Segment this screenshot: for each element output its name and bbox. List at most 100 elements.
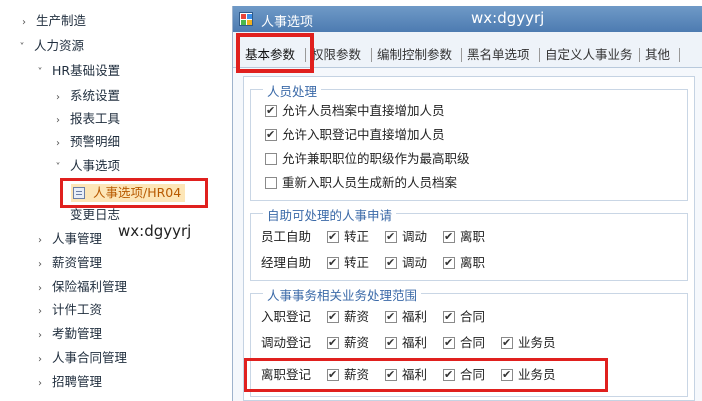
checkbox-label: 允许兼职职位的职级作为最高职级 — [282, 151, 470, 166]
checkbox-transfer-welfare[interactable]: 福利 — [385, 334, 427, 352]
row-label-onboarding: 入职登记 — [261, 309, 312, 324]
checkbox-label: 允许入职登记中直接增加人员 — [282, 127, 445, 142]
tab-separator — [639, 48, 640, 62]
group-legend: 自助可处理的人事申请 — [263, 205, 397, 224]
app-icon — [239, 12, 253, 26]
checkbox-checked-icon — [385, 366, 397, 384]
checkbox-label: 重新入职人员生成新的人员档案 — [282, 175, 458, 190]
tree-item-label: 预警明细 — [70, 134, 121, 149]
chevron-right-icon: › — [38, 354, 42, 365]
tree-item-piecework-wage[interactable]: › 计件工资 — [34, 299, 102, 321]
tree-item-hr-basic-settings[interactable]: ˅ HR基础设置 — [34, 60, 121, 82]
checkbox-label: 薪资 — [344, 309, 370, 324]
checkbox-checked-icon — [443, 254, 455, 272]
tree-item-change-log[interactable]: ›变更日志 — [52, 204, 120, 226]
checkbox-employee-resignation[interactable]: 离职 — [443, 228, 485, 246]
checkbox-label: 薪资 — [344, 367, 370, 382]
tab-blacklist-options[interactable]: 黑名单选项 — [467, 46, 530, 64]
tree-item-label: 生产制造 — [36, 13, 87, 28]
checkbox-label: 业务员 — [518, 367, 556, 382]
tree-item-label: 报表工具 — [70, 111, 121, 126]
tree-item-label: HR基础设置 — [52, 63, 121, 78]
chevron-right-icon: › — [38, 235, 42, 246]
tree-leaf-label: 人事选项/HR04 — [93, 185, 182, 200]
tab-separator — [539, 48, 540, 62]
tree-item-alert-details[interactable]: › 预警明细 — [52, 131, 120, 153]
checkbox-onboarding-salary[interactable]: 薪资 — [327, 308, 369, 326]
tree-item-personnel-options[interactable]: ˅ 人事选项 — [52, 155, 121, 177]
checkbox-onboarding-contract[interactable]: 合同 — [443, 308, 485, 326]
nav-tree: › 生产制造 ˅ 人力资源 ˅ HR基础设置 › 系统设置 › 报表工具 › 预警明细 ˅ 人… — [0, 0, 230, 401]
checkbox-label: 合同 — [460, 367, 486, 382]
tree-item-label: 人力资源 — [34, 38, 85, 53]
tree-item-label: 考勤管理 — [52, 326, 103, 341]
checkbox-checked-icon — [385, 334, 397, 352]
checkbox-checked-icon — [443, 228, 455, 246]
checkbox-label: 合同 — [460, 335, 486, 350]
checkbox-resignation-welfare[interactable]: 福利 — [385, 366, 427, 384]
checkbox-onboarding-welfare[interactable]: 福利 — [385, 308, 427, 326]
tree-item-salary-management[interactable]: › 薪资管理 — [34, 252, 102, 274]
group-legend: 人员处理 — [263, 81, 322, 100]
tab-basic-params[interactable]: 基本参数 — [245, 46, 295, 64]
checkbox-label: 允许人员档案中直接增加人员 — [282, 103, 445, 118]
checkbox-transfer-salesperson[interactable]: 业务员 — [501, 334, 556, 352]
chevron-right-icon: › — [56, 138, 60, 149]
tree-item-production[interactable]: › 生产制造 — [18, 10, 86, 32]
tab-permission-params[interactable]: 权限参数 — [311, 46, 361, 64]
checkbox-employee-regularization[interactable]: 转正 — [327, 228, 369, 246]
dialog-titlebar[interactable]: 人事选项 wx:dgyyrj — [233, 6, 702, 32]
checkbox-resignation-salesperson[interactable]: 业务员 — [501, 366, 556, 384]
checkbox-manager-transfer[interactable]: 调动 — [385, 254, 427, 272]
checkbox-label: 转正 — [344, 229, 370, 244]
tree-item-insurance-welfare[interactable]: › 保险福利管理 — [34, 276, 127, 298]
tree-item-label: 系统设置 — [70, 88, 121, 103]
tree-item-label: 人事合同管理 — [52, 350, 128, 365]
group-business-scope: 人事事务相关业务处理范围 入职登记 薪资 福利 合同 调动登记 薪资 福利 合同… — [250, 285, 688, 397]
checkbox-label: 福利 — [402, 335, 428, 350]
tab-separator — [371, 48, 372, 62]
checkbox-label: 福利 — [402, 367, 428, 382]
chevron-down-icon: ˅ — [37, 67, 43, 78]
checkbox-resignation-contract[interactable]: 合同 — [443, 366, 485, 384]
tree-item-personnel-management[interactable]: › 人事管理 — [34, 228, 102, 250]
chevron-right-icon: › — [38, 283, 42, 294]
checkbox-parttime-rank-as-highest[interactable]: 允许兼职职位的职级作为最高职级 — [265, 150, 470, 168]
tab-staffing-control-params[interactable]: 编制控制参数 — [377, 46, 452, 64]
tab-custom-personnel-business[interactable]: 自定义人事业务 — [545, 46, 633, 64]
checkbox-checked-icon — [385, 308, 397, 326]
watermark-text: wx:dgyyrj — [471, 9, 545, 27]
checkbox-employee-transfer[interactable]: 调动 — [385, 228, 427, 246]
checkbox-resignation-salary[interactable]: 薪资 — [327, 366, 369, 384]
tab-other[interactable]: 其他 — [645, 46, 670, 64]
checkbox-label: 调动 — [402, 255, 428, 270]
tree-item-attendance[interactable]: › 考勤管理 — [34, 323, 102, 345]
tree-item-contract-management[interactable]: › 人事合同管理 — [34, 347, 127, 369]
tree-item-label: 人事选项 — [70, 158, 121, 173]
checkbox-rehire-new-archive[interactable]: 重新入职人员生成新的人员档案 — [265, 174, 457, 192]
checkbox-manager-resignation[interactable]: 离职 — [443, 254, 485, 272]
tree-item-hr[interactable]: ˅ 人力资源 — [16, 35, 85, 57]
tree-item-recruitment[interactable]: › 招聘管理 — [34, 371, 102, 393]
tree-item-label: 变更日志 — [70, 207, 121, 222]
row-label-manager-self-service: 经理自助 — [261, 255, 312, 270]
checkbox-label: 离职 — [460, 255, 486, 270]
checkbox-label: 合同 — [460, 309, 486, 324]
tree-item-label: 保险福利管理 — [52, 279, 128, 294]
checkbox-allow-add-in-onboarding[interactable]: 允许入职登记中直接增加人员 — [265, 126, 445, 144]
tree-leaf-personnel-options-hr04[interactable]: 人事选项/HR04 — [71, 184, 186, 202]
checkbox-label: 离职 — [460, 229, 486, 244]
tree-item-system-settings[interactable]: › 系统设置 — [52, 85, 120, 107]
chevron-down-icon: ˅ — [19, 42, 25, 53]
dialog-title: 人事选项 — [261, 15, 314, 30]
row-label-transfer: 调动登记 — [261, 335, 312, 350]
checkbox-label: 福利 — [402, 309, 428, 324]
checkbox-transfer-salary[interactable]: 薪资 — [327, 334, 369, 352]
checkbox-label: 业务员 — [518, 335, 556, 350]
tree-item-report-tools[interactable]: › 报表工具 — [52, 108, 120, 130]
tab-separator — [679, 48, 680, 62]
checkbox-transfer-contract[interactable]: 合同 — [443, 334, 485, 352]
checkbox-allow-add-in-archive[interactable]: 允许人员档案中直接增加人员 — [265, 102, 445, 120]
checkbox-manager-regularization[interactable]: 转正 — [327, 254, 369, 272]
checkbox-checked-icon — [443, 366, 455, 384]
